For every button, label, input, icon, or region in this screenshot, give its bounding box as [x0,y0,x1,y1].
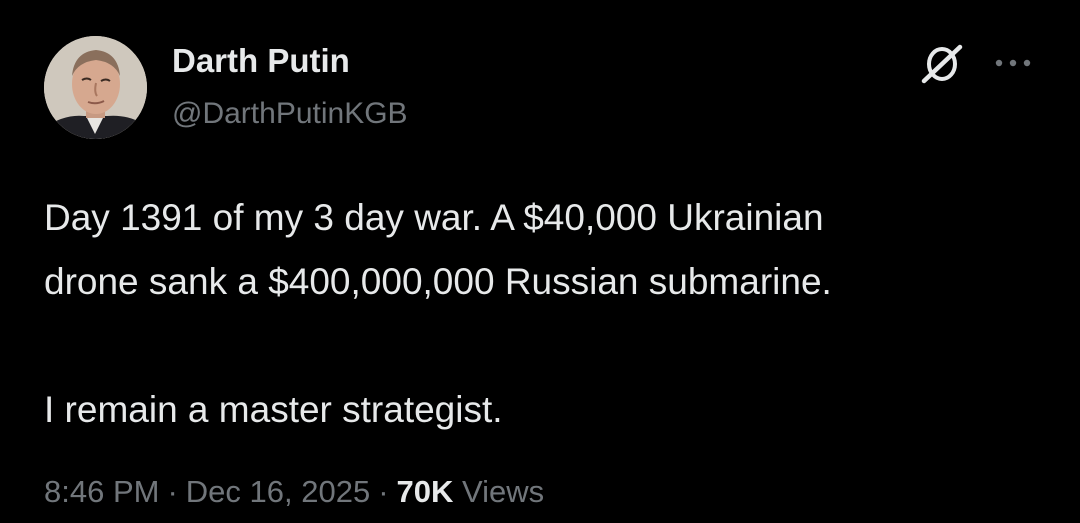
author-avatar[interactable] [44,36,147,139]
tweet-time[interactable]: 8:46 PM [44,474,159,509]
author-display-name[interactable]: Darth Putin [172,42,350,80]
meta-separator: · [378,474,389,509]
tweet-text-line-2: drone sank a $400,000,000 Russian submar… [44,261,832,302]
grok-icon[interactable] [918,44,966,84]
tweet-meta: 8:46 PM · Dec 16, 2025 · 70K Views [44,474,544,510]
tweet-date[interactable]: Dec 16, 2025 [186,474,370,509]
more-options-icon[interactable] [993,56,1033,70]
views-label: Views [462,474,545,509]
meta-separator: · [167,474,178,509]
tweet: Darth Putin @DarthPutinKGB Day 1391 of m… [0,0,1080,523]
avatar-photo [44,36,147,139]
tweet-text: Day 1391 of my 3 day war. A $40,000 Ukra… [44,186,1054,442]
tweet-text-line-3: I remain a master strategist. [44,389,503,430]
author-handle[interactable]: @DarthPutinKGB [172,97,408,131]
views-count[interactable]: 70K [397,474,454,509]
tweet-text-line-1: Day 1391 of my 3 day war. A $40,000 Ukra… [44,197,824,238]
